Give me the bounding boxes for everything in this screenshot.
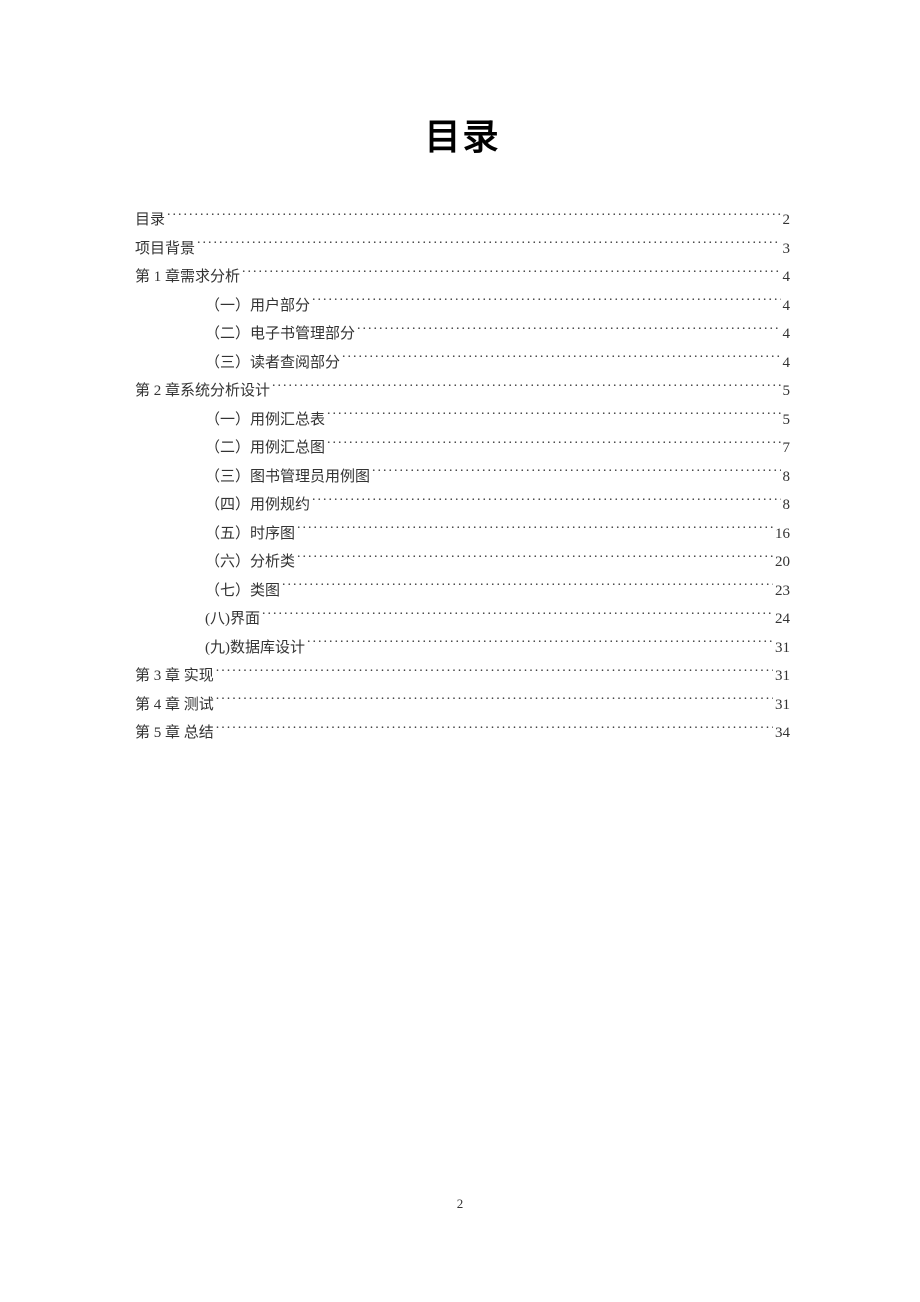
toc-leader-dots bbox=[282, 580, 773, 595]
toc-entry-page: 20 bbox=[775, 550, 790, 574]
toc-leader-dots bbox=[262, 608, 773, 623]
toc-entry-page: 31 bbox=[775, 636, 790, 660]
toc-leader-dots bbox=[216, 694, 773, 709]
toc-entry-page: 34 bbox=[775, 721, 790, 745]
toc-entry: （一）用例汇总表 5 bbox=[135, 408, 790, 432]
toc-entry-label: （一）用例汇总表 bbox=[205, 408, 325, 432]
toc-entry-page: 3 bbox=[783, 237, 791, 261]
table-of-contents: 目录2项目背景3第 1 章需求分析4（一）用户部分4（二）电子书管理部分4（三）… bbox=[135, 208, 790, 745]
toc-entry-page: 4 bbox=[783, 322, 791, 346]
toc-entry-label: (九)数据库设计 bbox=[205, 636, 305, 660]
toc-entry: 目录 2 bbox=[135, 208, 790, 232]
toc-entry-label: （三）图书管理员用例图 bbox=[205, 465, 370, 489]
toc-leader-dots bbox=[312, 494, 780, 509]
toc-entry-label: (八)界面 bbox=[205, 607, 260, 631]
toc-entry-label: 第 5 章 总结 bbox=[135, 721, 214, 745]
toc-entry-page: 24 bbox=[775, 607, 790, 631]
toc-entry-label: （三）读者查阅部分 bbox=[205, 351, 340, 375]
toc-leader-dots bbox=[216, 665, 773, 680]
toc-entry-label: （四）用例规约 bbox=[205, 493, 310, 517]
toc-leader-dots bbox=[167, 209, 780, 224]
toc-entry: (八)界面 24 bbox=[135, 607, 790, 631]
toc-entry-page: 16 bbox=[775, 522, 790, 546]
toc-entry: (九)数据库设计 31 bbox=[135, 636, 790, 660]
toc-entry: （七）类图 23 bbox=[135, 579, 790, 603]
toc-entry-label: 第 2 章系统分析设计 bbox=[135, 379, 270, 403]
toc-entry: 第 5 章 总结 34 bbox=[135, 721, 790, 745]
toc-entry: （五）时序图 16 bbox=[135, 522, 790, 546]
toc-entry-label: 目录 bbox=[135, 208, 165, 232]
toc-entry-page: 4 bbox=[783, 294, 791, 318]
toc-entry: （一）用户部分 4 bbox=[135, 294, 790, 318]
toc-leader-dots bbox=[297, 551, 773, 566]
toc-entry-page: 2 bbox=[783, 208, 791, 232]
toc-entry-page: 4 bbox=[783, 351, 791, 375]
toc-leader-dots bbox=[357, 323, 780, 338]
toc-entry-page: 7 bbox=[783, 436, 791, 460]
toc-entry-label: 项目背景 bbox=[135, 237, 195, 261]
toc-entry: （六）分析类 20 bbox=[135, 550, 790, 574]
toc-entry-label: 第 1 章需求分析 bbox=[135, 265, 240, 289]
toc-entry: （四）用例规约 8 bbox=[135, 493, 790, 517]
toc-entry-label: （五）时序图 bbox=[205, 522, 295, 546]
toc-entry-page: 4 bbox=[783, 265, 791, 289]
toc-entry-label: （二）电子书管理部分 bbox=[205, 322, 355, 346]
toc-leader-dots bbox=[216, 722, 773, 737]
toc-entry-page: 5 bbox=[783, 408, 791, 432]
toc-entry: 第 1 章需求分析 4 bbox=[135, 265, 790, 289]
toc-entry: 第 2 章系统分析设计 5 bbox=[135, 379, 790, 403]
toc-title: 目录 bbox=[135, 108, 790, 160]
document-page: 目录 目录 2 项目背景 3 第 1 章需求分析 4 （一）用户部分 4 （二）电子书管理部分 4… bbox=[0, 0, 920, 745]
toc-entry-page: 23 bbox=[775, 579, 790, 603]
toc-entry: 项目背景 3 bbox=[135, 237, 790, 261]
toc-leader-dots bbox=[342, 352, 780, 367]
toc-entry-label: （七）类图 bbox=[205, 579, 280, 603]
toc-entry: 第 4 章 测试 31 bbox=[135, 693, 790, 717]
toc-entry-label: （二）用例汇总图 bbox=[205, 436, 325, 460]
toc-entry: （二）用例汇总图 7 bbox=[135, 436, 790, 460]
toc-entry: 第 3 章 实现 31 bbox=[135, 664, 790, 688]
toc-leader-dots bbox=[197, 238, 780, 253]
toc-leader-dots bbox=[327, 437, 780, 452]
toc-entry-page: 8 bbox=[783, 493, 791, 517]
toc-entry-label: 第 3 章 实现 bbox=[135, 664, 214, 688]
toc-leader-dots bbox=[372, 466, 780, 481]
toc-entry-page: 8 bbox=[783, 465, 791, 489]
toc-entry-label: （六）分析类 bbox=[205, 550, 295, 574]
toc-leader-dots bbox=[327, 409, 780, 424]
toc-leader-dots bbox=[312, 295, 780, 310]
toc-leader-dots bbox=[307, 637, 773, 652]
toc-entry-label: （一）用户部分 bbox=[205, 294, 310, 318]
toc-entry: （三）图书管理员用例图 8 bbox=[135, 465, 790, 489]
toc-entry-page: 31 bbox=[775, 664, 790, 688]
toc-entry-page: 31 bbox=[775, 693, 790, 717]
toc-entry-label: 第 4 章 测试 bbox=[135, 693, 214, 717]
toc-leader-dots bbox=[272, 380, 780, 395]
toc-leader-dots bbox=[297, 523, 773, 538]
toc-leader-dots bbox=[242, 266, 780, 281]
page-number: 2 bbox=[0, 1196, 920, 1212]
toc-entry-page: 5 bbox=[783, 379, 791, 403]
toc-entry: （二）电子书管理部分 4 bbox=[135, 322, 790, 346]
toc-entry: （三）读者查阅部分 4 bbox=[135, 351, 790, 375]
